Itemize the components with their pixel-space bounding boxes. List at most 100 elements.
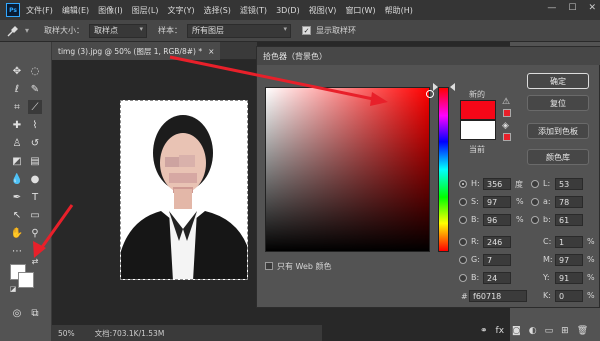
dodge-tool-icon[interactable]: ● (28, 172, 42, 186)
eraser-tool-icon[interactable]: ◩ (10, 154, 24, 168)
add-to-swatches-button[interactable]: 添加到色板 (527, 123, 589, 139)
lab-b-field[interactable]: 61 (555, 214, 583, 226)
gamut-color-chip[interactable] (503, 109, 511, 117)
canvas-area[interactable] (52, 60, 257, 325)
swap-colors-icon[interactable]: ⇄ (28, 254, 42, 268)
tool-preset-chevron-icon[interactable]: ▾ (25, 26, 29, 35)
green-field[interactable]: 7 (483, 254, 511, 266)
trash-icon[interactable]: 🗑 (577, 326, 588, 336)
menu-type[interactable]: 文字(Y) (167, 5, 194, 16)
minimize-button[interactable]: — (547, 3, 556, 13)
menu-filter[interactable]: 滤镜(T) (240, 5, 267, 16)
link-layers-icon[interactable]: ⚭ (480, 326, 488, 336)
hue-field[interactable]: 356 (483, 178, 511, 190)
hex-field[interactable]: f60718 (469, 290, 527, 302)
lab-b-radio[interactable] (531, 216, 539, 224)
tab-close-icon[interactable]: × (208, 47, 214, 56)
path-select-tool-icon[interactable]: ↖ (10, 208, 24, 222)
lab-l-field[interactable]: 53 (555, 178, 583, 190)
saturation-radio[interactable] (459, 198, 467, 206)
magenta-field[interactable]: 97 (555, 254, 583, 266)
new-layer-icon[interactable]: ⊞ (561, 326, 569, 336)
yellow-field[interactable]: 91 (555, 272, 583, 284)
menu-image[interactable]: 图像(I) (98, 5, 123, 16)
reset-button[interactable]: 复位 (527, 95, 589, 111)
menu-file[interactable]: 文件(F) (26, 5, 53, 16)
web-safe-cube-icon[interactable]: ◈ (502, 121, 509, 131)
menu-help[interactable]: 帮助(H) (385, 5, 413, 16)
cyan-field[interactable]: 1 (555, 236, 583, 248)
menu-select[interactable]: 选择(S) (204, 5, 231, 16)
black-field[interactable]: 0 (555, 290, 583, 302)
zoom-level[interactable]: 50% (58, 329, 75, 338)
menu-window[interactable]: 窗口(W) (345, 5, 375, 16)
eyedropper-icon[interactable] (6, 24, 20, 38)
brightness-radio[interactable] (459, 216, 467, 224)
saturation-brightness-field[interactable] (265, 87, 434, 252)
menu-layer[interactable]: 图层(L) (132, 5, 159, 16)
hue-radio[interactable] (459, 180, 467, 188)
crop-tool-icon[interactable]: ⌗ (10, 100, 24, 114)
gradient-tool-icon[interactable]: ▤ (28, 154, 42, 168)
marquee-tool-icon[interactable]: ◌ (28, 64, 42, 78)
m-label: M: (543, 255, 553, 264)
folder-icon[interactable]: ▭ (545, 326, 554, 336)
options-bar: ▾ 取样大小： 取样点 样本： 所有图层 ✓ 显示取样环 (0, 20, 600, 42)
lab-a-radio[interactable] (531, 198, 539, 206)
add-mask-icon[interactable]: ◙ (512, 326, 521, 336)
eyedropper-tool-icon[interactable]: ⟋ (28, 100, 42, 114)
shape-tool-icon[interactable]: ▭ (28, 208, 42, 222)
saturation-field[interactable]: 97 (483, 196, 511, 208)
green-radio[interactable] (459, 256, 467, 264)
zoom-tool-icon[interactable]: ⚲ (28, 226, 42, 240)
hue-slider-left-arrow-icon[interactable] (433, 83, 438, 91)
lab-l-radio[interactable] (531, 180, 539, 188)
current-color-swatch[interactable] (460, 120, 496, 140)
quick-select-tool-icon[interactable]: ✎ (28, 82, 42, 96)
healing-brush-tool-icon[interactable]: ✚ (10, 118, 24, 132)
type-tool-icon[interactable]: T (28, 190, 42, 204)
clone-stamp-tool-icon[interactable]: ♙ (10, 136, 24, 150)
color-cursor[interactable] (426, 90, 434, 98)
hand-tool-icon[interactable]: ✋ (10, 226, 24, 240)
document-tab[interactable]: timg (3).jpg @ 50% (图层 1, RGB/8#) * × (52, 42, 221, 60)
blur-tool-icon[interactable]: 💧 (10, 172, 24, 186)
ok-button[interactable]: 确定 (527, 73, 589, 89)
default-colors-icon[interactable]: ◪ (6, 282, 20, 296)
more-tools-icon[interactable]: ⋯ (10, 244, 24, 258)
lab-a-field[interactable]: 78 (555, 196, 583, 208)
red-field[interactable]: 246 (483, 236, 511, 248)
background-color-swatch[interactable] (18, 272, 34, 288)
hex-label: # (461, 292, 468, 301)
web-safe-color-chip[interactable] (503, 133, 511, 141)
screen-mode-icon[interactable]: ⧉ (28, 306, 42, 320)
blue-field[interactable]: 24 (483, 272, 511, 284)
hue-slider-right-arrow-icon[interactable] (450, 83, 455, 91)
lasso-tool-icon[interactable]: ℓ (10, 82, 24, 96)
pen-tool-icon[interactable]: ✒ (10, 190, 24, 204)
sample-size-select[interactable]: 取样点 (89, 23, 148, 38)
fx-icon[interactable]: fx (496, 326, 505, 336)
menu-view[interactable]: 视图(V) (309, 5, 337, 16)
sample-select[interactable]: 所有图层 (187, 23, 292, 38)
maximize-button[interactable]: ☐ (568, 3, 576, 13)
portrait-photo[interactable] (120, 100, 248, 280)
move-tool-icon[interactable]: ✥ (10, 64, 24, 78)
sample-size-label: 取样大小： (44, 26, 85, 35)
blue-radio[interactable] (459, 274, 467, 282)
history-brush-tool-icon[interactable]: ↺ (28, 136, 42, 150)
menu-3d[interactable]: 3D(D) (276, 6, 300, 15)
hue-slider[interactable] (438, 87, 449, 252)
close-button[interactable]: ✕ (588, 3, 596, 13)
color-libraries-button[interactable]: 颜色库 (527, 149, 589, 165)
dialog-title-bar[interactable]: 拾色器（背景色） (257, 47, 600, 65)
adjustment-layer-icon[interactable]: ◐ (529, 326, 537, 336)
show-ring-checkbox[interactable]: ✓ (302, 26, 312, 35)
brush-tool-icon[interactable]: ⌇ (28, 118, 42, 132)
red-radio[interactable] (459, 238, 467, 246)
brightness-field[interactable]: 96 (483, 214, 511, 226)
menu-edit[interactable]: 编辑(E) (62, 5, 89, 16)
out-of-gamut-warning-icon[interactable]: ⚠ (502, 97, 510, 107)
quick-mask-icon[interactable]: ◎ (10, 306, 24, 320)
web-colors-only-checkbox[interactable] (265, 262, 273, 270)
